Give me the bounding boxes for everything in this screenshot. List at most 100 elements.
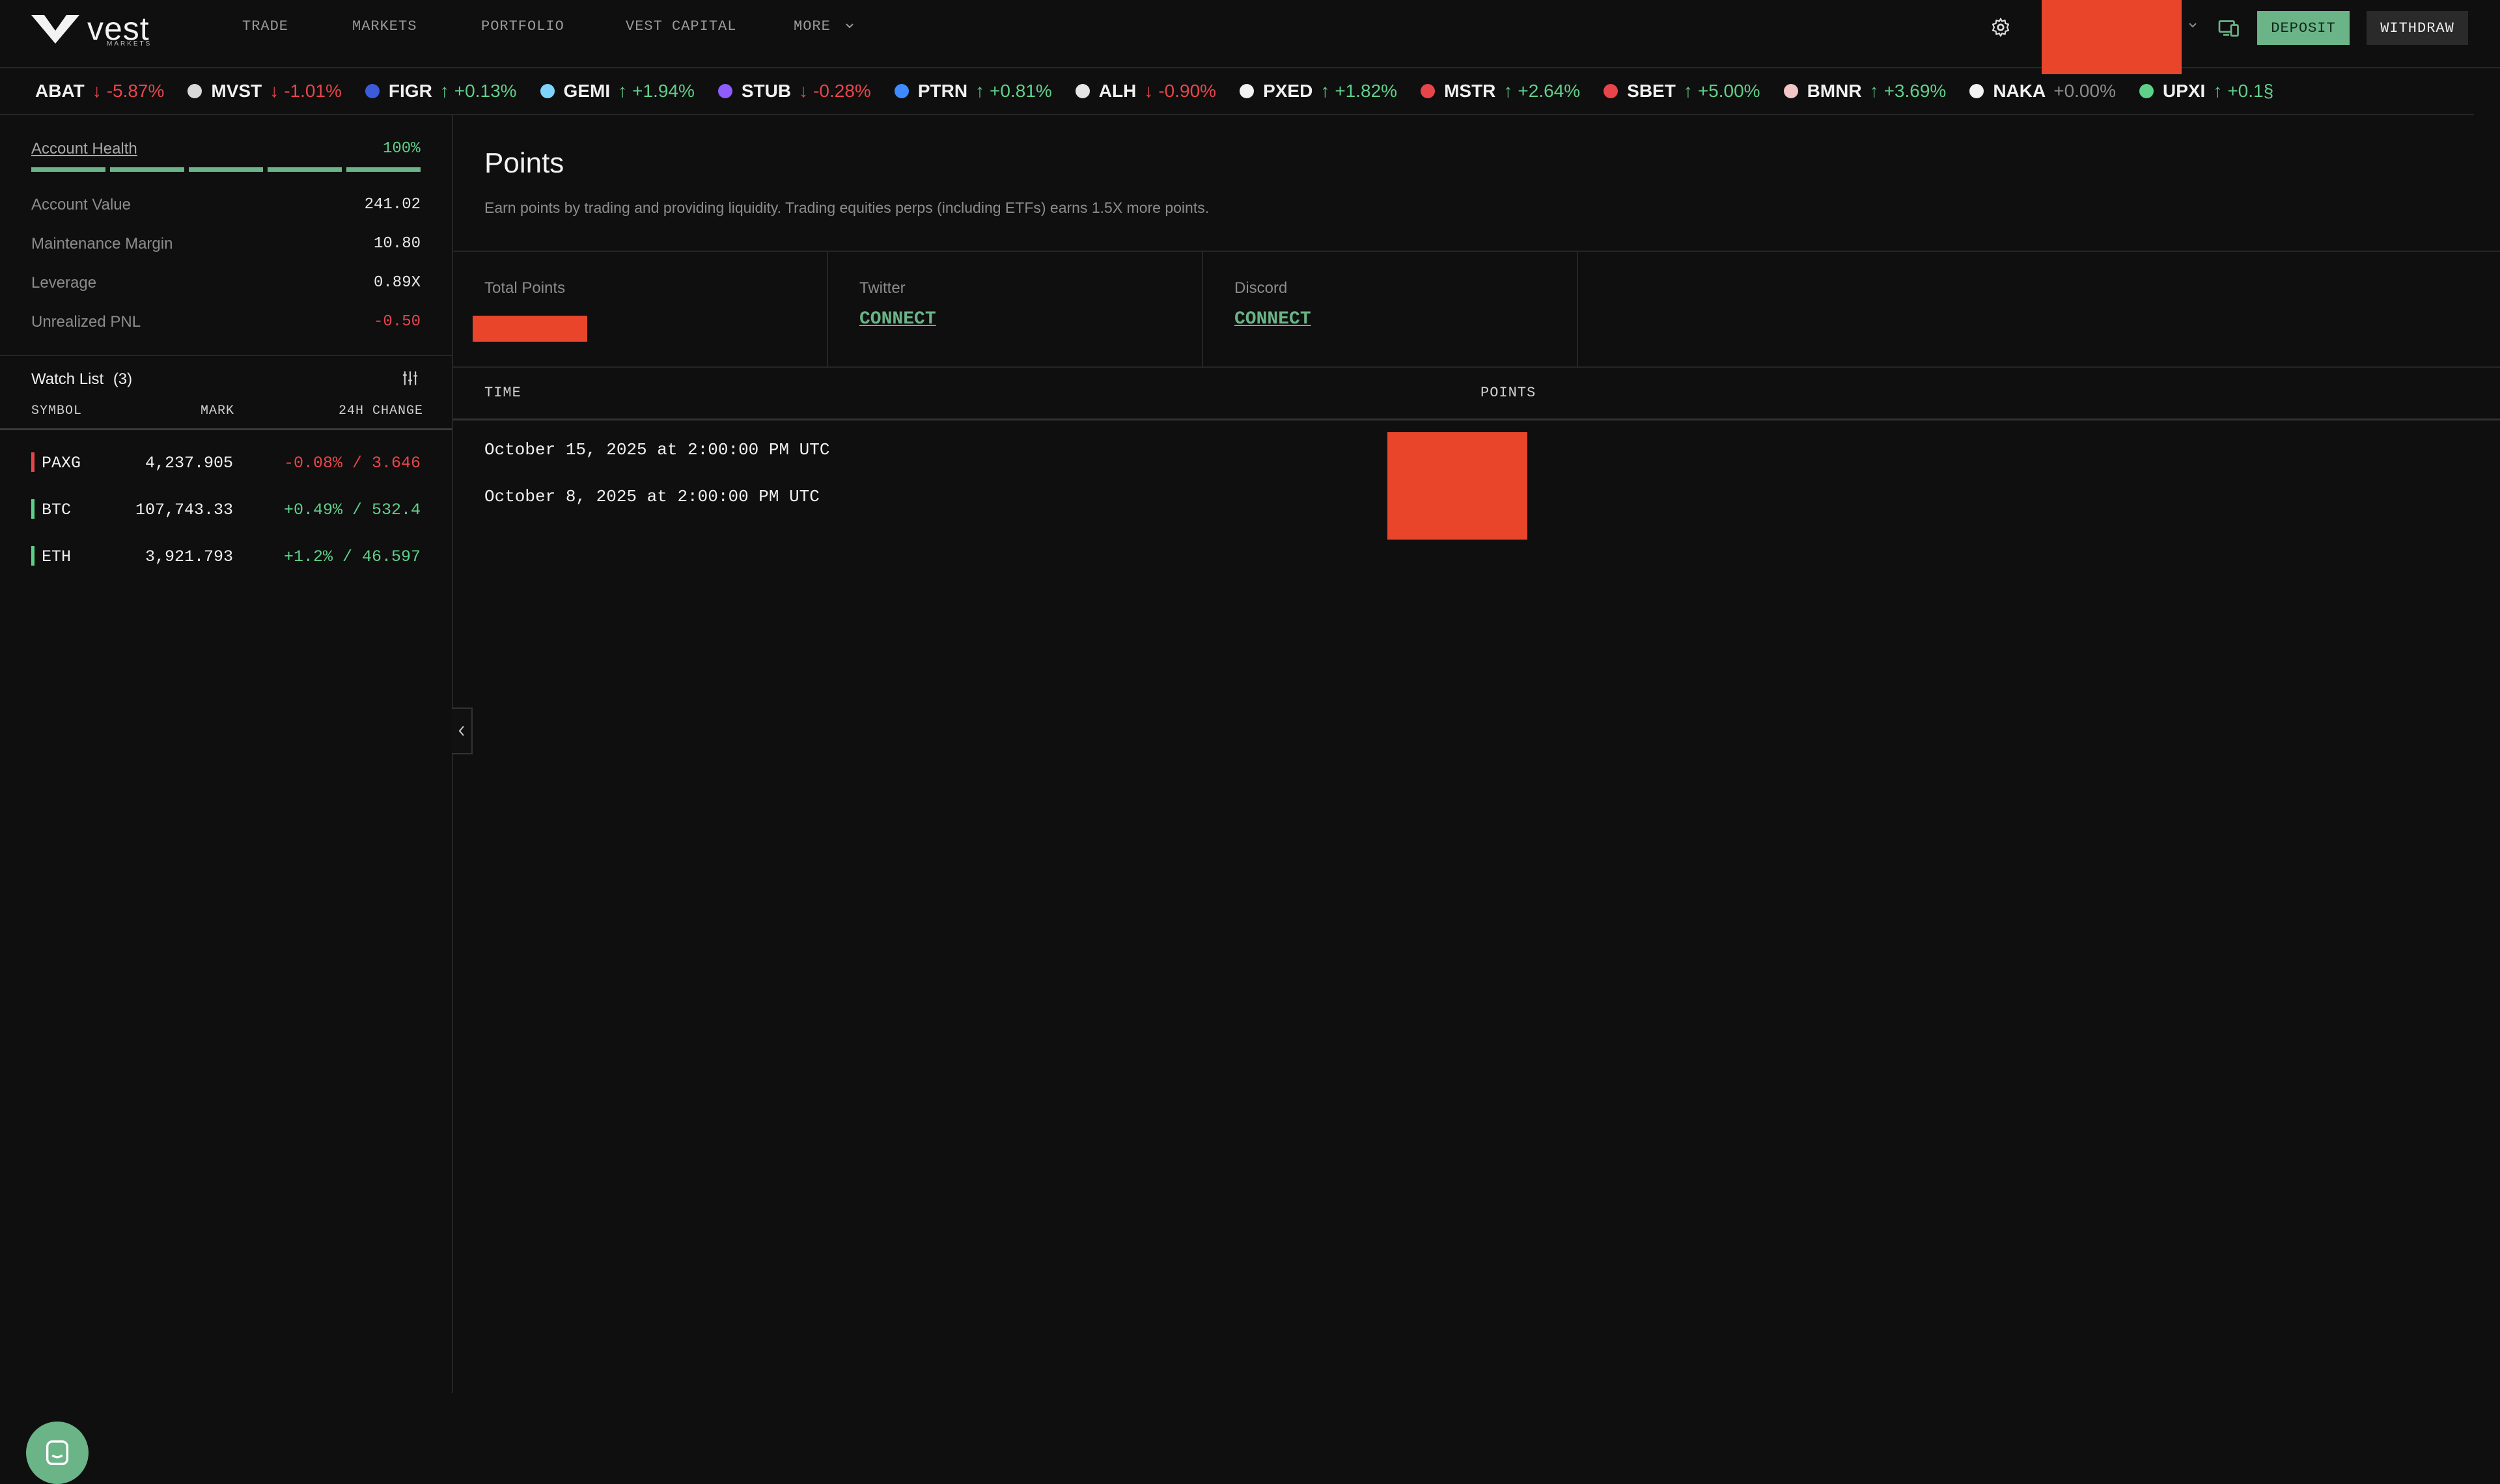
ticker-change: +0.1§ [2227,81,2274,101]
arrow-down-icon: ↓ [270,81,279,101]
watchlist-title: Watch List (3) [31,370,132,389]
arrow-up-icon: ↑ [439,81,449,101]
watchlist-row-btc[interactable]: BTC 107,743.33 +0.49% / 532.4 [31,497,421,523]
twitter-connect-link[interactable]: CONNECT [859,309,936,329]
total-points-label: Total Points [484,279,566,297]
stat-maintenance-margin: Maintenance Margin 10.80 [31,235,421,253]
account-health-label[interactable]: Account Health [31,140,137,158]
points-cards: Total Points Twitter CONNECT Discord CON… [453,251,2500,368]
ticker-item-stub[interactable]: STUB ↓ -0.28% [717,81,871,102]
health-segment [346,167,421,172]
watch-symbol: BTC [42,501,72,519]
watchlist-header-change[interactable]: 24H CHANGE [339,404,423,419]
watchlist-title-text: Watch List [31,370,104,388]
brand-tagline: MARKETS [107,40,152,48]
ticker-item-upxi[interactable]: UPXI ↑ +0.1§ [2139,81,2273,102]
nav-portfolio[interactable]: PORTFOLIO [481,18,564,34]
watchlist-header-symbol[interactable]: SYMBOL [31,404,82,419]
ticker-item-gemi[interactable]: GEMI ↑ +1.94% [540,81,695,102]
ticker-symbol: MSTR [1444,81,1496,101]
nav-more[interactable]: MORE [794,18,854,34]
ticker-change: +0.00% [2053,81,2116,101]
settings-gear-icon[interactable] [1990,17,2011,38]
ticker-symbol: PXED [1263,81,1313,101]
points-values-redacted [1387,432,1527,540]
withdraw-button[interactable]: WITHDRAW [2367,11,2468,45]
arrow-down-icon: ↓ [1144,81,1154,101]
ticker-item-mstr[interactable]: MSTR ↑ +2.64% [1421,81,1580,102]
arrow-up-icon: ↑ [2213,81,2223,101]
asset-logo-icon [1075,84,1090,98]
nav-markets[interactable]: MARKETS [352,18,417,34]
ticker-symbol: UPXI [2162,81,2206,101]
account-health-percent: 100% [383,140,421,158]
ticker-item-pxed[interactable]: PXED ↑ +1.82% [1240,81,1397,102]
ticker-item-naka[interactable]: NAKA +0.00% [1969,81,2116,102]
arrow-down-icon: ↓ [92,81,102,101]
market-ticker: ABAT ↓ -5.87% MVST ↓ -1.01% FIGR ↑ +0.13% GEMI ↑ +1… [0,68,2474,115]
discord-label: Discord [1234,279,1288,297]
ticker-change: +0.81% [990,81,1052,101]
vest-logo[interactable]: vest MARKETS [30,9,150,48]
divider [0,428,452,430]
ticker-item-figr[interactable]: FIGR ↑ +0.13% [365,81,517,102]
points-row-time: October 8, 2025 at 2:00:00 PM UTC [484,487,820,506]
health-segment [110,167,184,172]
ticker-symbol: STUB [741,81,792,101]
watchlist-settings-sliders-icon[interactable] [401,369,419,387]
ticker-track: ABAT ↓ -5.87% MVST ↓ -1.01% FIGR ↑ +0.13% GEMI ↑ +1… [0,68,2474,114]
page-description: Earn points by trading and providing liq… [484,199,1210,216]
watchlist-header-mark[interactable]: MARK [201,404,234,419]
ticker-symbol: SBET [1627,81,1676,101]
chat-icon [46,1440,69,1465]
asset-logo-icon [1421,84,1436,98]
devices-icon[interactable] [2217,16,2241,40]
discord-connect-link[interactable]: CONNECT [1234,309,1311,329]
arrow-up-icon: ↑ [1869,81,1879,101]
nav-trade[interactable]: TRADE [242,18,288,34]
account-menu-redacted[interactable] [2042,0,2182,74]
deposit-button[interactable]: DEPOSIT [2257,11,2350,45]
ticker-change: +1.94% [632,81,695,101]
account-health-bar [31,167,421,172]
row-indicator [31,452,35,472]
ticker-symbol: FIGR [388,81,432,101]
arrow-down-icon: ↓ [799,81,809,101]
support-chat-button[interactable] [26,1422,89,1484]
ticker-item-sbet[interactable]: SBET ↑ +5.00% [1604,81,1760,102]
watchlist-row-paxg[interactable]: PAXG 4,237.905 -0.08% / 3.646 [31,450,421,476]
row-indicator [31,546,35,566]
watch-change: +0.49% / 532.4 [283,501,421,519]
watch-mark: 4,237.905 [145,454,233,473]
stat-value: 0.89X [373,274,421,292]
divider [0,355,452,356]
health-segment [189,167,263,172]
stat-label: Account Value [31,196,131,213]
ticker-change: -0.90% [1158,81,1217,101]
account-sidebar: Account Health 100% Account Value 241.02… [0,115,453,1484]
watchlist-row-eth[interactable]: ETH 3,921.793 +1.2% / 46.597 [31,543,421,570]
ticker-item-ptrn[interactable]: PTRN ↑ +0.81% [894,81,1052,102]
arrow-up-icon: ↑ [1320,81,1330,101]
ticker-item-mvst[interactable]: MVST ↓ -1.01% [188,81,342,102]
watch-change: -0.08% / 3.646 [283,454,421,473]
ticker-change: -5.87% [106,81,165,101]
ticker-item-abat[interactable]: ABAT ↓ -5.87% [35,81,164,102]
total-points-card: Total Points [453,252,828,366]
column-header-time[interactable]: TIME [484,385,521,401]
ticker-symbol: MVST [211,81,262,101]
ticker-item-alh[interactable]: ALH ↓ -0.90% [1075,81,1217,102]
watchlist-count: (3) [113,370,133,388]
arrow-up-icon: ↑ [1503,81,1513,101]
stat-value: 241.02 [364,196,421,213]
health-segment [268,167,342,172]
ticker-change: -0.28% [813,81,871,101]
column-header-points[interactable]: POINTS [1480,385,1536,401]
ticker-item-bmnr[interactable]: BMNR ↑ +3.69% [1783,81,1946,102]
watch-symbol: ETH [42,547,72,566]
ticker-symbol: BMNR [1807,81,1862,101]
health-segment [31,167,105,172]
account-chevron-down-icon[interactable] [2188,20,2198,31]
collapse-sidebar-button[interactable] [452,708,473,754]
nav-vest-capital[interactable]: VEST CAPITAL [626,18,736,34]
